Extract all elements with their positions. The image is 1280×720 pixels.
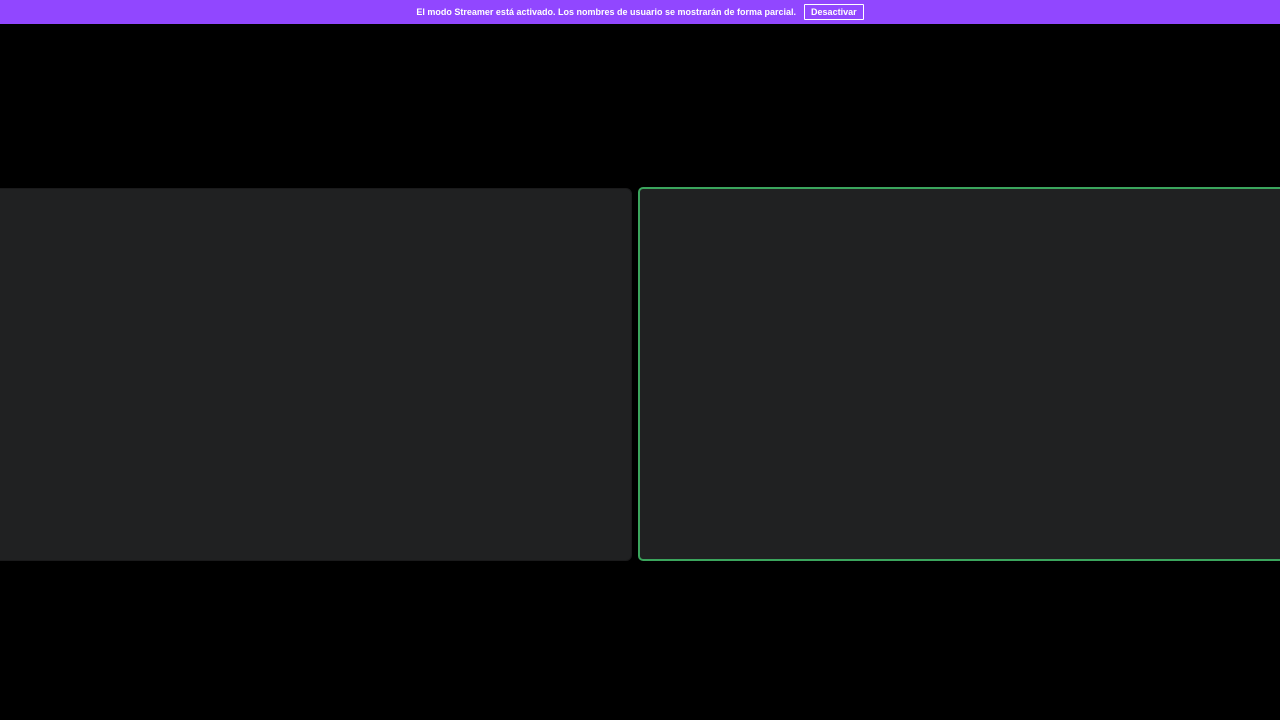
streamer-mode-banner: El modo Streamer está activado. Los nomb… [0,0,1280,24]
participant-video-tile[interactable] [0,188,632,561]
video-call-stage [0,24,1280,720]
speaking-participant-video-tile[interactable] [638,187,1280,561]
streamer-mode-message: El modo Streamer está activado. Los nomb… [416,7,797,17]
deactivate-streamer-mode-button[interactable]: Desactivar [804,4,864,20]
